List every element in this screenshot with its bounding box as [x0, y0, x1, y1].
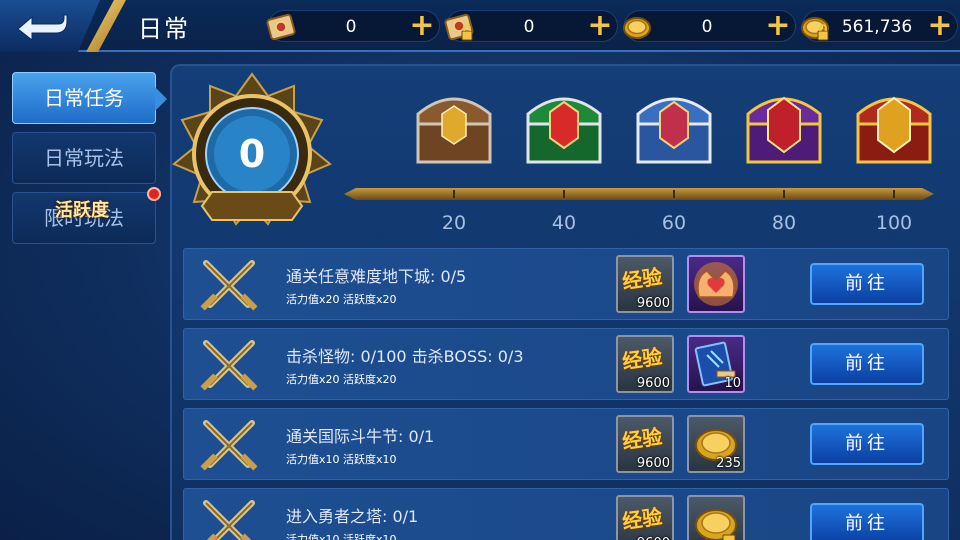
reward-count: 235 — [716, 456, 741, 471]
gold-coin-icon — [623, 17, 651, 39]
add-currency-button[interactable]: + — [587, 11, 613, 41]
add-currency-button[interactable]: + — [409, 11, 435, 41]
exp-reward[interactable]: 经验 9600 — [616, 255, 674, 313]
locked-gold-coin-icon — [695, 509, 737, 540]
tab-label: 日常任务 — [44, 86, 124, 110]
silver-chest-icon[interactable] — [628, 84, 720, 168]
item-reward[interactable] — [687, 255, 745, 313]
activity-label: 活跃度 — [55, 200, 109, 221]
progress-tick — [453, 190, 455, 198]
back-button[interactable] — [0, 0, 100, 52]
reward-count: 9600 — [636, 456, 670, 471]
task-title: 进入勇者之塔: 0/1 — [286, 507, 419, 526]
top-bar: 日常 0 + 0 + 0 + 561,736 + — [0, 0, 960, 52]
task-reward-points: 活力值x20 活跃度x20 — [286, 373, 397, 386]
item-reward[interactable]: 235 — [687, 415, 745, 473]
tab-label: 日常玩法 — [44, 146, 124, 170]
reward-count: 9600 — [636, 296, 670, 311]
activity-value: 0 — [238, 132, 266, 176]
currency-locked-gold: 561,736 + — [801, 10, 958, 42]
exp-label: 经验 — [620, 504, 664, 534]
crossed-swords-icon — [200, 420, 258, 471]
progress-tick — [563, 190, 565, 198]
scroll-token-icon — [266, 13, 296, 41]
currency-value: 0 — [701, 17, 713, 37]
task-row: 击杀怪物: 0/100 击杀BOSS: 0/3 活力值x20 活跃度x20 经验… — [183, 328, 949, 400]
exp-reward[interactable]: 经验 9600 — [616, 495, 674, 540]
notification-badge — [147, 187, 161, 201]
reward-count: 9600 — [636, 376, 670, 391]
exp-reward[interactable]: 经验 9600 — [616, 415, 674, 473]
tab-daily-tasks[interactable]: 日常任务 — [12, 72, 167, 124]
green-chest-icon[interactable] — [518, 84, 610, 168]
page-title: 日常 — [138, 15, 190, 43]
go-button[interactable]: 前往 — [810, 503, 924, 540]
task-reward-points: 活力值x10 活跃度x10 — [286, 533, 397, 540]
currency-scroll: 0 + — [266, 10, 440, 42]
go-button[interactable]: 前往 — [810, 343, 924, 385]
task-title: 通关任意难度地下城: 0/5 — [286, 267, 467, 286]
go-button[interactable]: 前往 — [810, 423, 924, 465]
milestone-label: 40 — [551, 212, 577, 234]
currency-value: 561,736 — [841, 17, 913, 37]
task-reward-points: 活力值x20 活跃度x20 — [286, 293, 397, 306]
add-currency-button[interactable]: + — [927, 11, 953, 41]
reward-count: 10 — [724, 376, 741, 391]
item-reward[interactable] — [687, 495, 745, 540]
currency-value: 0 — [345, 17, 357, 37]
currency-locked-scroll: 0 + — [444, 10, 618, 42]
progress-tick — [673, 190, 675, 198]
reward-count: 9600 — [637, 536, 670, 540]
exp-reward[interactable]: 经验 9600 — [616, 335, 674, 393]
task-reward-points: 活力值x10 活跃度x10 — [286, 453, 397, 466]
locked-scroll-token-icon — [444, 13, 474, 41]
task-row: 通关国际斗牛节: 0/1 活力值x10 活跃度x10 经验 9600 235 前… — [183, 408, 949, 480]
currency-value: 0 — [523, 17, 535, 37]
task-row: 通关任意难度地下城: 0/5 活力值x20 活跃度x20 经验 9600 前往 — [183, 248, 949, 320]
heart-hands-icon — [694, 262, 738, 306]
go-button[interactable]: 前往 — [810, 263, 924, 305]
exp-label: 经验 — [620, 264, 664, 294]
milestone-label: 60 — [661, 212, 687, 234]
activity-medallion: 0 — [172, 72, 332, 240]
milestone-label: 20 — [441, 212, 467, 234]
task-title: 击杀怪物: 0/100 击杀BOSS: 0/3 — [286, 347, 524, 366]
wooden-chest-icon[interactable] — [408, 84, 500, 168]
crossed-swords-icon — [200, 340, 258, 391]
activity-progress-bar — [344, 188, 934, 200]
milestone-label: 80 — [771, 212, 797, 234]
exp-label: 经验 — [620, 424, 664, 454]
currency-gold: 0 + — [623, 10, 796, 42]
crossed-swords-icon — [200, 500, 258, 540]
locked-gold-coin-icon — [801, 17, 829, 41]
tab-daily-play[interactable]: 日常玩法 — [12, 132, 156, 184]
task-title: 通关国际斗牛节: 0/1 — [286, 427, 435, 446]
back-arrow-icon — [17, 14, 68, 41]
milestone-label: 100 — [875, 212, 913, 234]
item-reward[interactable]: 10 — [687, 335, 745, 393]
exp-label: 经验 — [620, 344, 664, 374]
progress-tick — [783, 190, 785, 198]
add-currency-button[interactable]: + — [765, 11, 791, 41]
crossed-swords-icon — [200, 260, 258, 311]
progress-tick — [893, 190, 895, 198]
red-chest-icon[interactable] — [848, 84, 940, 168]
purple-chest-icon[interactable] — [738, 84, 830, 168]
task-row: 进入勇者之塔: 0/1 活力值x10 活跃度x10 经验 9600 前往 — [183, 488, 949, 540]
